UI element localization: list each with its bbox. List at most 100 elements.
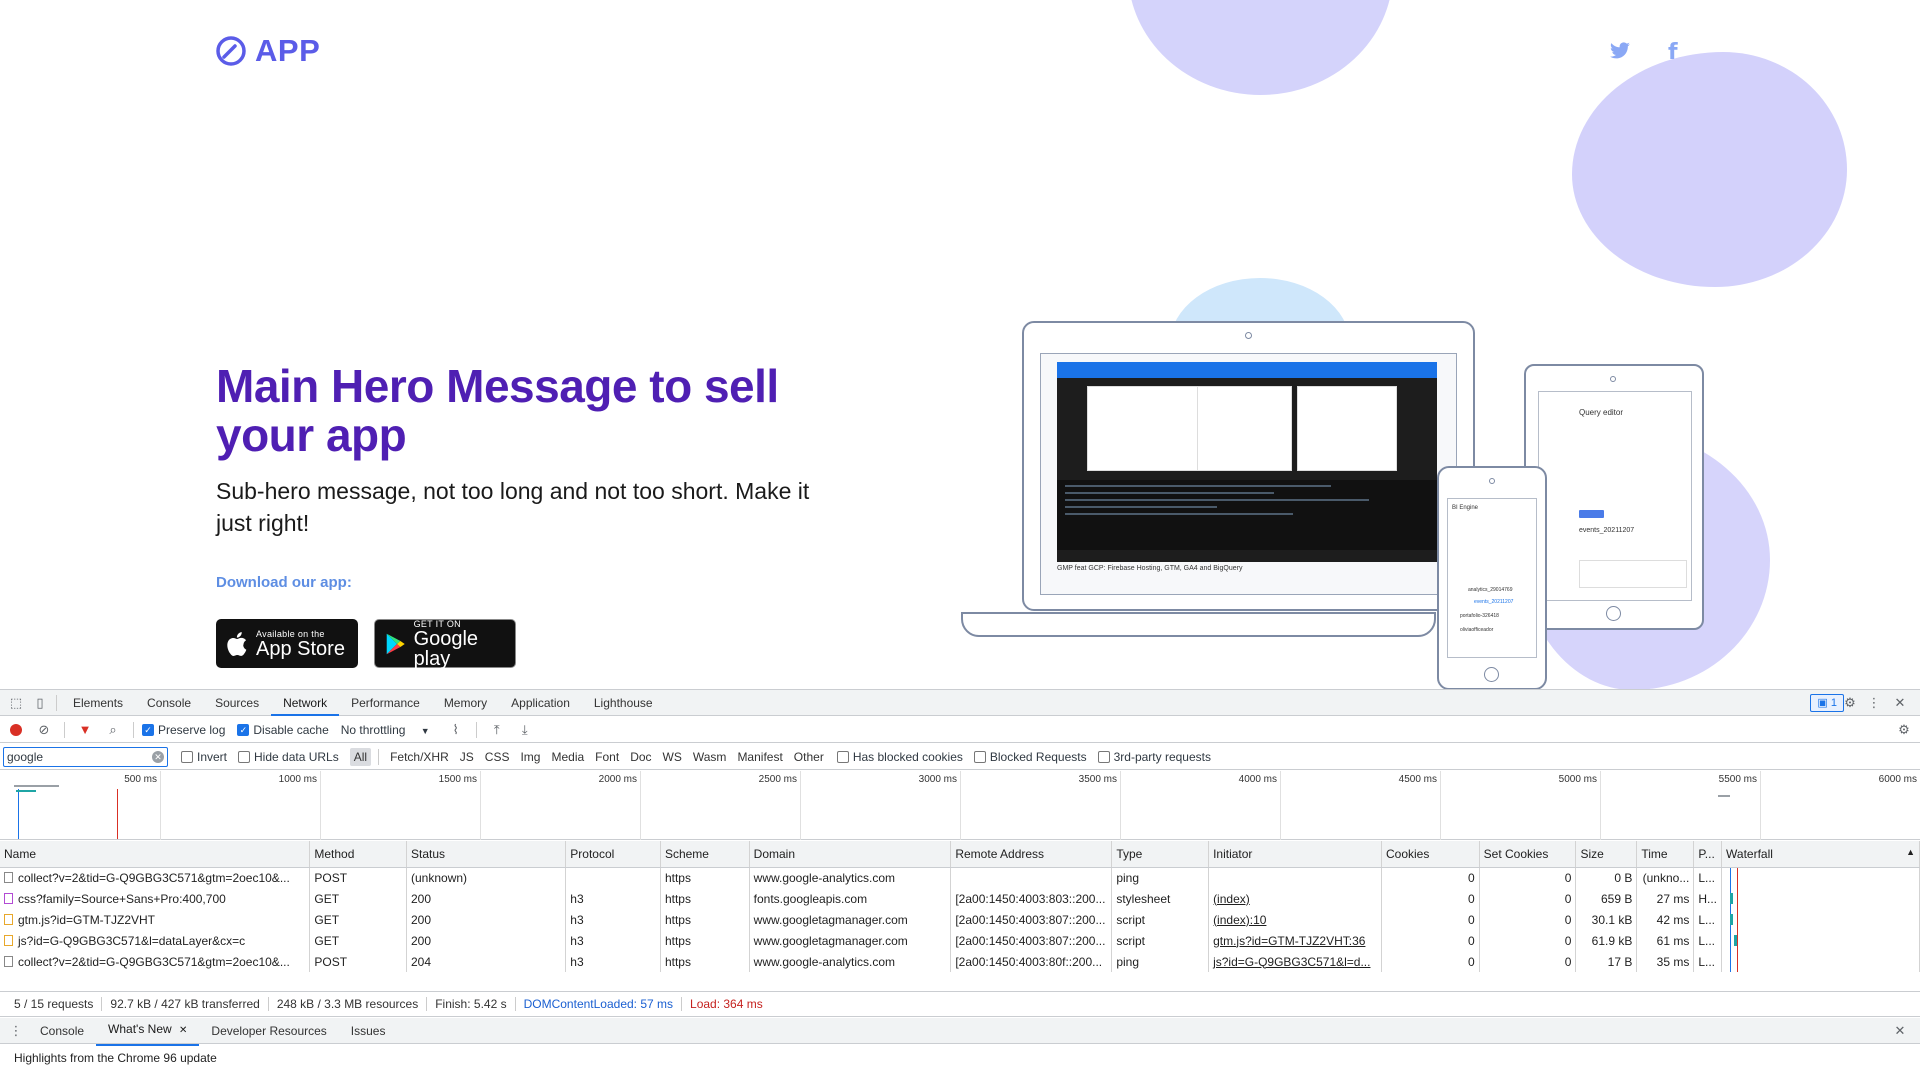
cell-text: GET: [314, 933, 340, 948]
drawer-tab-console[interactable]: Console: [28, 1018, 96, 1044]
inspect-icon[interactable]: ⬚: [4, 691, 28, 715]
waterfall-cell: [1721, 951, 1920, 972]
type-filter-other[interactable]: Other: [790, 748, 828, 766]
chevron-down-icon: ▼: [420, 725, 430, 736]
drawer-menu-icon[interactable]: ⋮: [4, 1019, 28, 1043]
cell-text: L...: [1698, 954, 1716, 969]
cell-initiator[interactable]: js?id=G-Q9GBG3C571&l=d...: [1208, 951, 1382, 972]
cell-name: collect?v=2&tid=G-Q9GBG3C571&gtm=2oec10&…: [0, 951, 311, 972]
network-conditions-icon[interactable]: ⌇: [444, 718, 468, 742]
type-filter-all[interactable]: All: [349, 747, 372, 766]
column-header[interactable]: Type: [1111, 841, 1210, 868]
network-settings-gear-icon[interactable]: ⚙: [1892, 718, 1916, 742]
filter-input[interactable]: google ✕: [3, 746, 168, 767]
timeline-tick: 6000 ms: [1760, 771, 1920, 840]
app-store-button[interactable]: Available on the App Store: [216, 619, 358, 668]
column-header[interactable]: Initiator: [1208, 841, 1382, 868]
cell-remote: [950, 867, 1113, 888]
type-filter-ws[interactable]: WS: [659, 748, 686, 766]
import-har-icon[interactable]: ⤒: [485, 718, 509, 742]
type-filter-media[interactable]: Media: [547, 748, 588, 766]
table-row[interactable]: collect?v=2&tid=G-Q9GBG3C571&gtm=2oec10&…: [0, 951, 1920, 972]
cell-status: 200: [406, 909, 567, 930]
type-filter-img[interactable]: Img: [516, 748, 544, 766]
tab-application[interactable]: Application: [499, 690, 582, 716]
column-header[interactable]: Remote Address: [950, 841, 1113, 868]
timeline-overview[interactable]: 500 ms 1000 ms 1500 ms 2000 ms 2500 ms 3…: [0, 771, 1920, 840]
cell-initiator[interactable]: (index):10: [1208, 909, 1382, 930]
request-bar: [1718, 795, 1730, 797]
tab-performance[interactable]: Performance: [339, 690, 432, 716]
column-header[interactable]: Set Cookies: [1479, 841, 1577, 868]
table-row[interactable]: gtm.js?id=GTM-TJZ2VHT GET 200 h3 https www.go…: [0, 909, 1920, 930]
cell-time: 27 ms: [1636, 888, 1695, 909]
close-drawer-icon[interactable]: ✕: [1888, 1019, 1912, 1043]
settings-gear-icon[interactable]: ⚙: [1838, 691, 1862, 715]
column-header[interactable]: Method: [309, 841, 407, 868]
cell-scheme: https: [660, 888, 750, 909]
blocked-requests-checkbox[interactable]: Blocked Requests: [973, 750, 1087, 764]
type-filter-doc[interactable]: Doc: [626, 748, 655, 766]
column-header[interactable]: Scheme: [660, 841, 750, 868]
type-filter-wasm[interactable]: Wasm: [689, 748, 731, 766]
table-row[interactable]: collect?v=2&tid=G-Q9GBG3C571&gtm=2oec10&…: [0, 867, 1920, 888]
cell-initiator[interactable]: (index): [1208, 888, 1382, 909]
type-filter-js[interactable]: JS: [456, 748, 478, 766]
has-blocked-cookies-checkbox[interactable]: Has blocked cookies: [836, 750, 963, 764]
type-filter-manifest[interactable]: Manifest: [733, 748, 786, 766]
laptop-illustration: GMP feat GCP: Firebase Hosting, GTM, GA4…: [1022, 321, 1475, 611]
column-header[interactable]: P...: [1693, 841, 1723, 868]
column-header[interactable]: Time: [1636, 841, 1695, 868]
drawer-tab-whats-new[interactable]: What's New ✕: [96, 1016, 200, 1046]
table-row[interactable]: js?id=G-Q9GBG3C571&l=dataLayer&cx=c GET 20…: [0, 930, 1920, 951]
column-header[interactable]: Name: [0, 841, 311, 868]
record-icon[interactable]: [10, 723, 22, 736]
cell-initiator[interactable]: gtm.js?id=GTM-TJZ2VHT:36: [1208, 930, 1382, 951]
clear-icon[interactable]: ⊘: [32, 718, 56, 742]
tab-lighthouse[interactable]: Lighthouse: [582, 690, 665, 716]
filter-icon[interactable]: ▼: [73, 718, 97, 742]
column-header[interactable]: Cookies: [1381, 841, 1480, 868]
column-header-waterfall[interactable]: Waterfall ▲: [1721, 841, 1920, 868]
phone-title: BI Engine: [1452, 505, 1479, 511]
tab-memory[interactable]: Memory: [432, 690, 499, 716]
column-header[interactable]: Domain: [749, 841, 952, 868]
search-icon[interactable]: ⌕: [101, 718, 125, 742]
twitter-icon[interactable]: [1609, 40, 1631, 66]
drawer-tab-developer-resources[interactable]: Developer Resources: [199, 1018, 338, 1044]
third-party-checkbox[interactable]: 3rd-party requests: [1097, 750, 1211, 764]
tab-sources[interactable]: Sources: [203, 690, 271, 716]
google-play-button[interactable]: GET IT ON Google play: [374, 619, 516, 669]
tab-network[interactable]: Network: [271, 690, 340, 716]
cell-name: css?family=Source+Sans+Pro:400,700: [0, 888, 311, 909]
throttling-select[interactable]: No throttling ▼: [341, 723, 430, 737]
cell-status: 200: [406, 888, 567, 909]
drawer-tab-issues[interactable]: Issues: [339, 1018, 398, 1044]
tab-console[interactable]: Console: [135, 690, 203, 716]
column-header[interactable]: Size: [1575, 841, 1638, 868]
filter-bar: google ✕ Invert Hide data URLs All Fetch…: [0, 744, 1920, 770]
camera-dot: [1489, 478, 1495, 484]
column-header[interactable]: Protocol: [565, 841, 661, 868]
hide-data-urls-checkbox[interactable]: Hide data URLs: [238, 750, 339, 764]
type-filter-fetch[interactable]: Fetch/XHR: [386, 748, 453, 766]
clear-filter-icon[interactable]: ✕: [152, 750, 164, 763]
tab-elements[interactable]: Elements: [61, 690, 135, 716]
close-icon[interactable]: ✕: [1888, 691, 1912, 715]
close-tab-icon[interactable]: ✕: [179, 1025, 187, 1036]
cell-text: h3: [570, 933, 584, 948]
column-header[interactable]: Status: [406, 841, 567, 868]
invert-checkbox[interactable]: Invert: [181, 750, 227, 764]
app-logo[interactable]: APP: [215, 33, 320, 69]
cell-text: 61 ms: [1656, 933, 1690, 948]
device-toolbar-icon[interactable]: ▯: [28, 691, 52, 715]
type-filter-font[interactable]: Font: [591, 748, 623, 766]
preserve-log-checkbox[interactable]: ✓ Preserve log: [142, 723, 225, 737]
disable-cache-checkbox[interactable]: ✓ Disable cache: [237, 723, 329, 737]
more-options-icon[interactable]: ⋮: [1862, 691, 1886, 715]
type-filter-css[interactable]: CSS: [481, 748, 514, 766]
facebook-icon[interactable]: f: [1668, 40, 1678, 65]
table-row[interactable]: css?family=Source+Sans+Pro:400,700 GET 200…: [0, 888, 1920, 909]
export-har-icon[interactable]: ⤓: [513, 718, 537, 742]
phone-item: portafolio-326418: [1460, 613, 1499, 619]
